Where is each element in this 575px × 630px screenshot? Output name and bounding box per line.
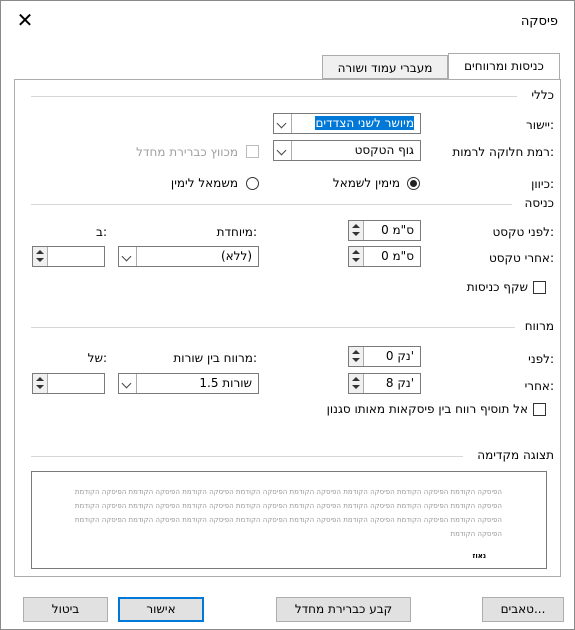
indent-section-title: כניסה <box>520 196 554 210</box>
by-spinner[interactable] <box>32 246 105 267</box>
preview-line: הפיסקה הקודמת <box>450 530 502 538</box>
spin-arrows-icon[interactable] <box>33 374 48 393</box>
spin-arrows-icon[interactable] <box>349 374 364 393</box>
indent-divider <box>31 204 512 205</box>
preview-divider <box>31 456 463 457</box>
set-default-button[interactable]: קבע כברירת מחדל <box>276 597 411 622</box>
before-text-label: לפני טקסט: <box>492 225 554 239</box>
dialog-title: פיסקה <box>520 14 558 29</box>
tabs-button[interactable]: טאבים... <box>482 597 564 622</box>
collapsed-label: מכווץ כברירת מחדל <box>136 145 238 159</box>
spin-arrows-icon[interactable] <box>349 221 364 240</box>
spin-arrows-icon[interactable] <box>33 247 48 266</box>
preview-section-title: תצוגה מקדימה <box>473 448 554 462</box>
rtl-radio[interactable] <box>407 177 420 190</box>
cancel-button[interactable]: ביטול <box>23 597 108 622</box>
line-spacing-label: מרווח בין שורות: <box>173 351 257 365</box>
before-text-spinner[interactable]: 0 ס"מ <box>348 220 421 241</box>
special-indent-label: מיוחדת: <box>216 225 257 239</box>
after-text-spinner[interactable]: 0 ס"מ <box>348 246 421 267</box>
tab-line-page-breaks[interactable]: מעברי עמוד ושורה <box>322 55 448 79</box>
mirror-indents-checkbox[interactable] <box>533 281 546 294</box>
outline-level-label: רמת חלוקה לרמות: <box>452 145 554 159</box>
direction-label: כיוון: <box>531 177 554 191</box>
general-divider <box>31 96 517 97</box>
mirror-indents-label: שקף כניסות <box>466 280 528 294</box>
alignment-label: יישור: <box>526 118 554 132</box>
ok-button[interactable]: אישור <box>118 597 204 622</box>
space-before-label: לפני: <box>528 352 554 366</box>
by-label: ב: <box>96 225 107 239</box>
chevron-down-icon[interactable] <box>274 141 292 160</box>
ltr-radio[interactable] <box>246 177 259 190</box>
space-after-spinner[interactable]: 8 נק' <box>348 373 421 394</box>
collapsed-checkbox[interactable] <box>246 145 259 158</box>
special-indent-dropdown[interactable]: (ללא) <box>118 246 259 267</box>
spin-arrows-icon[interactable] <box>349 247 364 266</box>
after-text-label: אחרי טקסט: <box>488 251 554 265</box>
tab-indents-spacing[interactable]: כניסות ומרווחים <box>448 53 560 80</box>
line-spacing-at-spinner[interactable] <box>32 373 105 394</box>
rtl-label: מימין לשמאל <box>332 176 400 190</box>
chevron-down-icon[interactable] <box>274 114 292 133</box>
spacing-section-title: מרווח <box>520 319 554 333</box>
space-before-spinner[interactable]: 0 נק' <box>348 346 421 367</box>
space-after-label: אחרי: <box>524 379 554 393</box>
alignment-dropdown[interactable]: מיושר לשני הצדדים <box>273 113 421 134</box>
preview-line: הפיסקה הקודמת הפיסקה הקודמת הפיסקה הקודמ… <box>74 488 502 496</box>
dont-add-space-checkbox[interactable] <box>533 403 546 416</box>
paragraph-dialog: פיסקה ✕ כניסות ומרווחים מעברי עמוד ושורה… <box>0 0 575 630</box>
general-section-title: כללי <box>527 88 554 102</box>
chevron-down-icon[interactable] <box>119 247 137 266</box>
ltr-label: משמאל לימין <box>170 176 238 190</box>
preview-line: הפיסקה הקודמת הפיסקה הקודמת הפיסקה הקודמ… <box>74 502 502 510</box>
preview-sample-text: נאוז <box>472 552 486 560</box>
preview-box: הפיסקה הקודמת הפיסקה הקודמת הפיסקה הקודמ… <box>31 471 547 569</box>
title-bar: פיסקה ✕ <box>1 1 574 43</box>
line-spacing-dropdown[interactable]: 1.5 שורות <box>118 373 259 394</box>
outline-level-dropdown[interactable]: גוף הטקסט <box>273 140 421 161</box>
chevron-down-icon[interactable] <box>119 374 137 393</box>
close-icon[interactable]: ✕ <box>15 10 35 30</box>
preview-line: הפיסקה הקודמת הפיסקה הקודמת הפיסקה הקודמ… <box>74 516 502 524</box>
dont-add-space-label: אל תוסיף רווח בין פיסקאות מאותו סגנון <box>326 402 528 416</box>
line-spacing-at-label: של: <box>87 351 107 365</box>
spacing-divider <box>31 327 515 328</box>
spin-arrows-icon[interactable] <box>349 347 364 366</box>
